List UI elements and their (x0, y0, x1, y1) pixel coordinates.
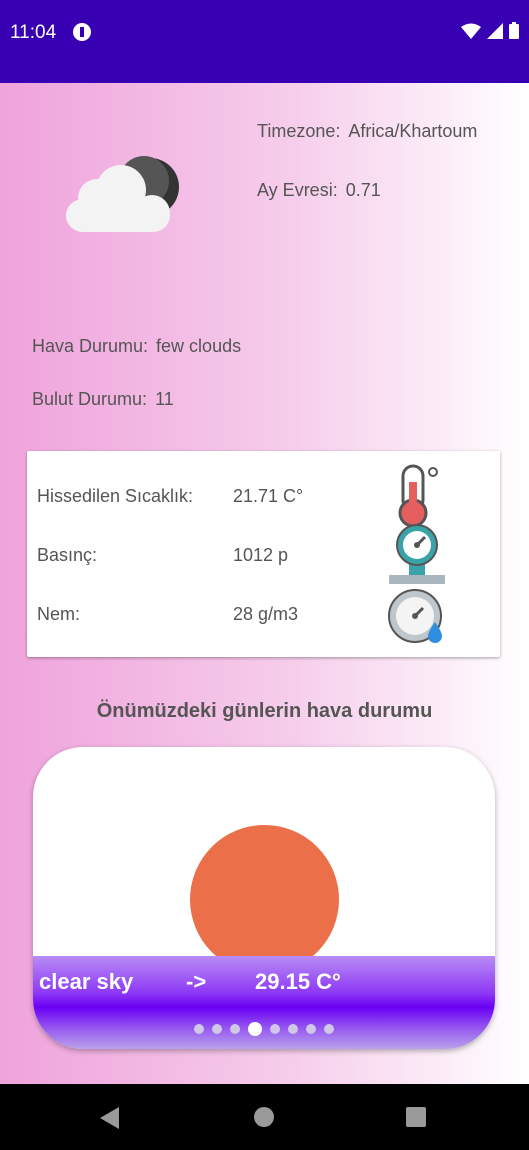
main-content: Timezone: Africa/Khartoum Ay Evresi: 0.71 … (0, 83, 529, 1084)
page-dot[interactable] (212, 1023, 222, 1034)
weather-row: Hava Durumu: few clouds (32, 336, 241, 357)
feels-like-value: 21.71 C° (233, 486, 304, 506)
page-dot[interactable] (306, 1023, 316, 1034)
app-notification-icon (73, 23, 91, 41)
cloud-value: 11 (155, 389, 174, 409)
page-dot[interactable] (230, 1023, 240, 1034)
page-dot[interactable] (194, 1023, 204, 1034)
weather-value: few clouds (156, 336, 242, 356)
thermometer-icon (398, 464, 438, 528)
battery-icon (509, 22, 519, 39)
forecast-description: clear sky (39, 969, 134, 994)
humidity-value: 28 g/m3 (233, 604, 299, 624)
status-icons (461, 22, 519, 39)
forecast-info-bar: clear sky -> 29.15 C° (33, 956, 495, 1049)
weather-label: Hava Durumu: (32, 336, 149, 356)
signal-icon (487, 22, 503, 39)
page-dot[interactable] (324, 1023, 334, 1034)
details-card: Hissedilen Sıcaklık: 21.71 C° Basınç: 10… (27, 451, 500, 657)
timezone-value: Africa/Khartoum (348, 121, 478, 141)
cloud-label: Bulut Durumu: (32, 389, 148, 409)
recents-icon[interactable] (406, 1107, 426, 1127)
status-time: 11:04 (10, 22, 57, 43)
sun-icon (190, 825, 339, 974)
humidity-label: Nem: (37, 604, 81, 624)
cloud-moon-icon (66, 156, 179, 232)
forecast-arrow: -> (186, 969, 207, 994)
page-dot[interactable] (270, 1023, 280, 1034)
humidity-gauge-icon (388, 589, 442, 643)
timezone-label: Timezone: (257, 121, 341, 141)
feels-like-label: Hissedilen Sıcaklık: (37, 486, 194, 506)
pressure-row: Basınç: 1012 p (37, 524, 487, 584)
wifi-icon (461, 23, 481, 39)
timezone-row: Timezone: Africa/Khartoum (257, 121, 477, 142)
back-icon[interactable] (100, 1107, 120, 1129)
moon-phase-value: 0.71 (345, 180, 381, 200)
navigation-bar (0, 1084, 529, 1150)
status-bar: 11:04 (0, 0, 529, 83)
pressure-gauge-icon (389, 524, 445, 584)
cloud-row: Bulut Durumu: 11 (32, 389, 174, 410)
pressure-label: Basınç: (37, 545, 98, 565)
moon-phase-row: Ay Evresi: 0.71 (257, 180, 381, 201)
page-indicator[interactable] (33, 1020, 495, 1038)
forecast-title: Önümüzdeki günlerin hava durumu (96, 700, 433, 722)
moon-phase-label: Ay Evresi: (257, 180, 338, 200)
pressure-value: 1012 p (233, 545, 289, 565)
humidity-row: Nem: 28 g/m3 (37, 589, 487, 643)
page-dot[interactable] (288, 1023, 298, 1034)
forecast-temperature: 29.15 C° (255, 969, 341, 994)
home-icon[interactable] (254, 1107, 274, 1127)
feels-like-row: Hissedilen Sıcaklık: 21.71 C° (37, 464, 487, 528)
page-dot[interactable] (248, 1021, 262, 1036)
forecast-carousel[interactable]: clear sky -> 29.15 C° (33, 747, 495, 1049)
